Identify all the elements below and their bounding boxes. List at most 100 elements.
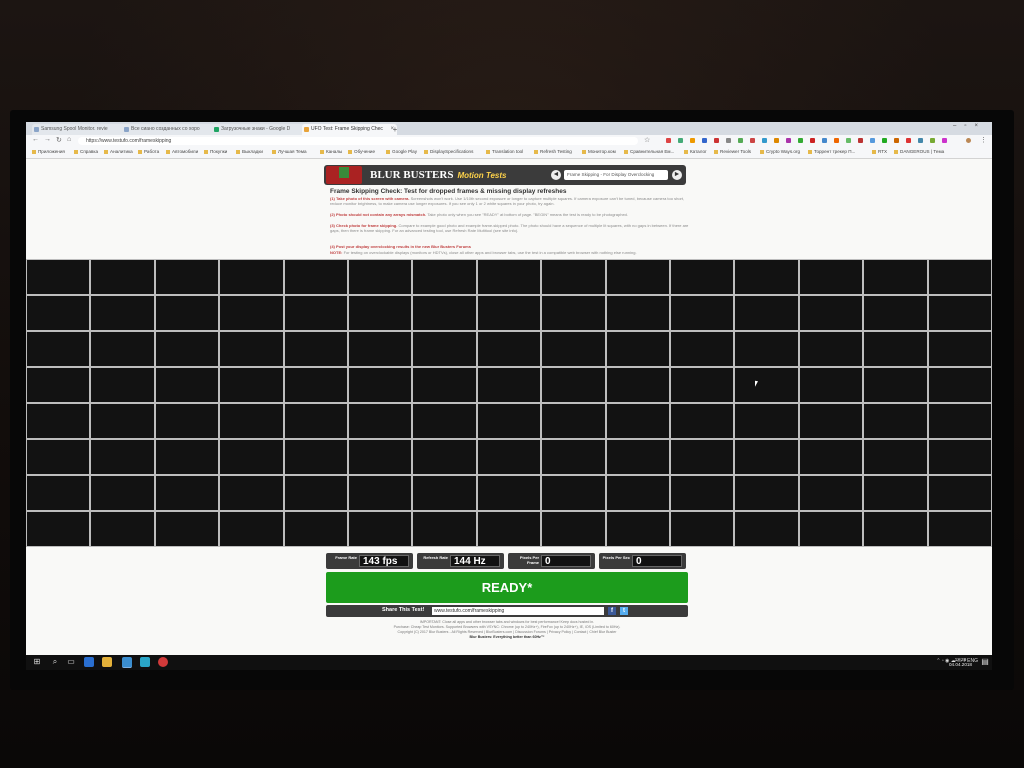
bookmark-item[interactable]: Приложения <box>32 149 65 154</box>
bookmark-item[interactable]: Автомобили <box>166 149 198 154</box>
browser-tab[interactable]: Все сиано созданных со хоро× <box>122 124 219 135</box>
browser-tab-active[interactable]: UFO Test: Frame Skipping Chec × <box>302 124 397 135</box>
browser-tab[interactable]: Samsung Spool Monitor. revie× <box>32 124 129 135</box>
grid-cell <box>283 439 349 475</box>
grid-cell <box>798 511 864 547</box>
taskbar-app-icon[interactable] <box>84 657 94 667</box>
bookmark-item[interactable]: Выкладки <box>236 149 263 154</box>
folder-icon <box>272 150 276 154</box>
extension-icon[interactable] <box>930 138 935 143</box>
extension-icon[interactable] <box>798 138 803 143</box>
new-tab-button[interactable]: + <box>390 125 400 134</box>
home-icon[interactable]: ⌂ <box>67 136 71 143</box>
bookmark-item[interactable]: Лучшая Тема <box>272 149 307 154</box>
extension-icon[interactable] <box>726 138 731 143</box>
blurbusters-header: BLUR BUSTERS Motion Tests ◄ Frame Skippin… <box>324 165 686 185</box>
grid-cell <box>90 403 155 439</box>
bookmark-item[interactable]: Refresh Testing <box>534 149 572 154</box>
bookmark-item[interactable]: Покупки <box>204 149 227 154</box>
bookmark-label: Монитор.ком <box>588 149 616 154</box>
bookmark-item[interactable]: Каналы <box>320 149 342 154</box>
extension-icon[interactable] <box>666 138 671 143</box>
prev-test-button[interactable]: ◄ <box>551 170 561 180</box>
grid-cell <box>605 511 671 547</box>
blurbusters-logo-icon[interactable] <box>326 166 362 184</box>
chrome-icon[interactable] <box>122 657 132 668</box>
reload-icon[interactable]: ↻ <box>56 136 62 144</box>
twitter-share-icon[interactable]: t <box>620 607 628 615</box>
extension-icon[interactable] <box>690 138 695 143</box>
opera-icon[interactable] <box>158 657 168 667</box>
bookmark-item[interactable]: Обучение <box>348 149 375 154</box>
extension-icon[interactable] <box>738 138 743 143</box>
bookmark-item[interactable]: Монитор.ком <box>582 149 616 154</box>
bookmark-star-icon[interactable]: ☆ <box>644 136 650 144</box>
grid-cell <box>927 259 992 295</box>
bookmark-label: Приложения <box>38 149 65 154</box>
windows-start-icon[interactable]: ⊞ <box>32 657 42 667</box>
folder-icon <box>386 150 390 154</box>
search-icon[interactable]: ⌕ <box>50 657 60 667</box>
grid-cell <box>541 259 606 295</box>
bookmark-item[interactable]: Справка <box>74 149 98 154</box>
extension-icon[interactable] <box>918 138 923 143</box>
bookmark-item[interactable]: Каталог <box>684 149 707 154</box>
extension-icon[interactable] <box>942 138 947 143</box>
browser-app-icon[interactable] <box>140 657 150 667</box>
extension-icon[interactable] <box>810 138 815 143</box>
share-url-field[interactable]: www.testufo.com/frameskipping <box>432 607 604 615</box>
facebook-share-icon[interactable]: f <box>608 607 616 615</box>
extension-icon[interactable] <box>894 138 899 143</box>
address-bar[interactable]: https://www.testufo.com/frameskipping <box>78 137 638 145</box>
bookmark-item[interactable]: Аналитика <box>104 149 133 154</box>
forward-icon[interactable]: → <box>44 136 51 143</box>
file-explorer-icon[interactable] <box>102 657 112 667</box>
browser-tab[interactable]: Загрузочные знаки - Google D× <box>212 124 309 135</box>
profile-avatar-icon[interactable] <box>966 138 971 143</box>
monitor-mascot-icon <box>339 167 349 178</box>
extension-icon[interactable] <box>678 138 683 143</box>
grid-cell <box>219 331 284 367</box>
extension-icon[interactable] <box>834 138 839 143</box>
bookmark-item[interactable]: DANGEROUS | Тема <box>894 149 944 154</box>
extension-icon[interactable] <box>702 138 707 143</box>
extension-icon[interactable] <box>750 138 755 143</box>
next-test-button[interactable]: ► <box>672 170 682 180</box>
back-icon[interactable]: ← <box>32 136 39 143</box>
grid-cell <box>283 367 349 403</box>
grid-cell <box>863 367 928 403</box>
extension-icon[interactable] <box>906 138 911 143</box>
grid-cell <box>90 259 155 295</box>
menu-kebab-icon[interactable]: ⋮ <box>980 136 987 144</box>
bookmark-item[interactable]: Crypto Ways.org <box>760 149 800 154</box>
bookmark-item[interactable]: Google Play <box>386 149 417 154</box>
extension-icon[interactable] <box>774 138 779 143</box>
clock[interactable]: 13:39 04.04.2018 <box>949 657 972 667</box>
grid-cell <box>863 475 928 511</box>
bookmark-item[interactable]: Работа <box>138 149 159 154</box>
extension-icon[interactable] <box>762 138 767 143</box>
extension-icon[interactable] <box>786 138 791 143</box>
extension-icon[interactable] <box>858 138 863 143</box>
grid-cell <box>734 331 799 367</box>
grid-cell <box>669 511 735 547</box>
bookmark-item[interactable]: Сравнительная Ем... <box>624 149 674 154</box>
grid-cell <box>26 475 91 511</box>
extension-icon[interactable] <box>714 138 719 143</box>
bookmark-item[interactable]: Translation tool <box>486 149 523 154</box>
grid-cell <box>863 511 928 547</box>
folder-icon <box>32 150 36 154</box>
bookmark-item[interactable]: RTX <box>872 149 887 154</box>
extension-icon[interactable] <box>882 138 887 143</box>
bookmark-item[interactable]: Торрент трекер П... <box>808 149 855 154</box>
stat-label: Pixels Per Sec <box>602 555 630 560</box>
bookmark-item[interactable]: Reviewer Tools <box>714 149 751 154</box>
extension-icon[interactable] <box>870 138 875 143</box>
extension-icon[interactable] <box>846 138 851 143</box>
window-controls[interactable]: –▫× <box>953 123 986 129</box>
bookmark-item[interactable]: DisplaySpecifications <box>424 149 473 154</box>
notifications-icon[interactable]: ▤ <box>980 657 990 667</box>
test-select-dropdown[interactable]: Frame Skipping - For Display Overclockin… <box>564 170 668 180</box>
extension-icon[interactable] <box>822 138 827 143</box>
task-view-icon[interactable]: ▭ <box>66 657 76 667</box>
